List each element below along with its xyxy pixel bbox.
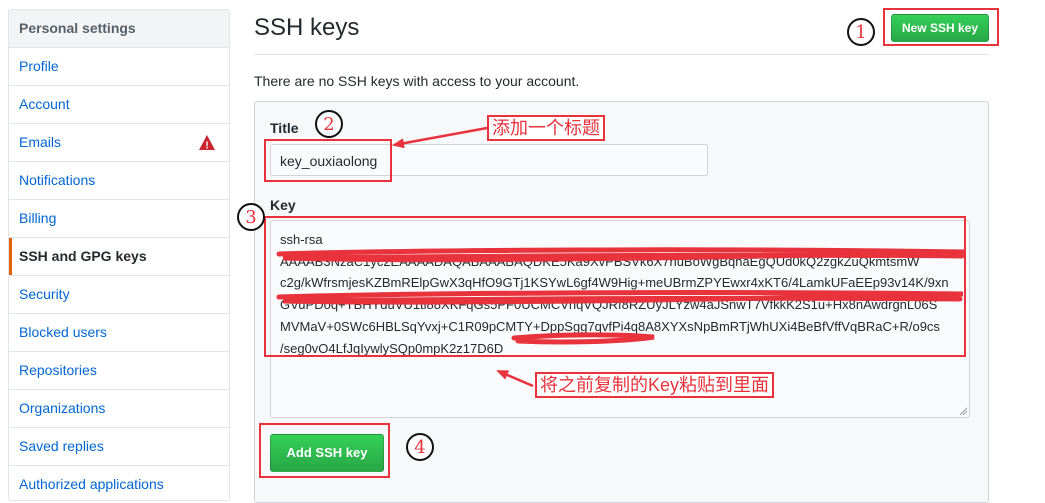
add-ssh-key-button[interactable]: Add SSH key <box>270 434 384 472</box>
sidebar-item-label: Billing <box>19 210 57 226</box>
sidebar-item-label: Security <box>19 286 70 302</box>
sidebar-item-saved-replies[interactable]: Saved replies <box>9 428 229 466</box>
sidebar-item-label: Saved replies <box>19 438 104 454</box>
sidebar-item-label: Profile <box>19 58 59 74</box>
sidebar-item-blocked-users[interactable]: Blocked users <box>9 314 229 352</box>
sidebar-item-label: Blocked users <box>19 324 107 340</box>
sidebar-item-label: Account <box>19 96 70 112</box>
key-text-line: c2g/kWfrsmjesKZBmRElpGwX3qHfO9GTj1KSYwL6… <box>280 275 949 291</box>
sidebar-item-label: Emails <box>19 134 62 150</box>
sidebar-item-notifications[interactable]: Notifications <box>9 162 229 200</box>
empty-keys-message: There are no SSH keys with access to you… <box>254 73 580 89</box>
sidebar-item-authorized-applications[interactable]: Authorized applications <box>9 466 229 500</box>
title-divider <box>254 54 989 55</box>
sidebar-item-ssh-gpg-keys[interactable]: SSH and GPG keys <box>9 238 229 276</box>
key-text-line: /seg0vO4LfJqIywlySQp0mpK2z17D6D <box>280 340 504 356</box>
sidebar-item-organizations[interactable]: Organizations <box>9 390 229 428</box>
title-input[interactable]: key_ouxiaolong <box>270 144 708 176</box>
sidebar-item-security[interactable]: Security <box>9 276 229 314</box>
key-label: Key <box>270 197 296 213</box>
sidebar-item-label: Organizations <box>19 400 106 416</box>
warning-icon: ! <box>199 135 215 150</box>
page-title: SSH keys <box>254 14 360 41</box>
sidebar-item-label: Authorized applications <box>19 476 164 492</box>
step-number-4: 4 <box>406 433 434 461</box>
sidebar-item-label: Notifications <box>19 172 96 188</box>
sidebar-item-emails[interactable]: Emails! <box>9 124 229 162</box>
sidebar-header: Personal settings <box>9 10 229 48</box>
key-text-line: AAAAB3NzaC1yc2EAAAADAQABAAABAQDKE5Ka9XvP… <box>280 253 920 269</box>
step-number-1: 1 <box>847 18 875 46</box>
title-label: Title <box>270 120 299 136</box>
resize-grip-icon[interactable] <box>959 407 967 415</box>
key-text-line: ssh-rsa <box>280 232 323 247</box>
key-text-line: GVuPDoq+TBHYduVU1ti88XKFqGs5PF0UCMCVnqVQ… <box>280 297 938 313</box>
title-annotation-note: 添加一个标题 <box>487 115 605 141</box>
settings-sidebar: Personal settings Profile Account Emails! N… <box>8 9 230 501</box>
step-number-3: 3 <box>237 203 265 231</box>
key-annotation-note: 将之前复制的Key粘贴到里面 <box>535 372 775 398</box>
sidebar-item-profile[interactable]: Profile <box>9 48 229 86</box>
sidebar-item-account[interactable]: Account <box>9 86 229 124</box>
sidebar-item-billing[interactable]: Billing <box>9 200 229 238</box>
sidebar-item-repositories[interactable]: Repositories <box>9 352 229 390</box>
key-text-line: MVMaV+0SWc6HBLSqYvxj+C1R09pCMTY+DppSgg7q… <box>280 318 940 334</box>
svg-text:!: ! <box>205 141 208 151</box>
sidebar-item-label: SSH and GPG keys <box>19 248 147 264</box>
sidebar-item-label: Repositories <box>19 362 97 378</box>
new-ssh-key-button[interactable]: New SSH key <box>891 14 989 42</box>
step-number-2: 2 <box>315 110 343 138</box>
